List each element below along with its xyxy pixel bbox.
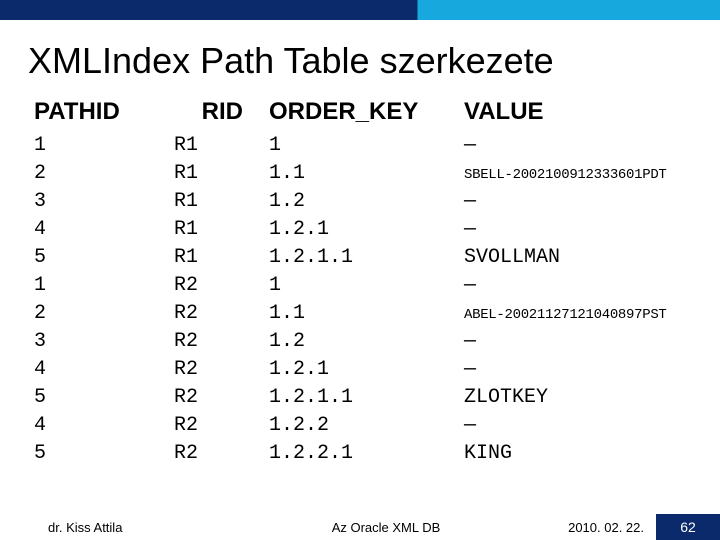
cell-order-key: 1.2.2 [269,412,464,440]
path-table: PATHID RID ORDER_KEY VALUE 1R11—2R11.1SB… [34,98,720,468]
cell-value: KING [464,440,714,468]
cell-order-key: 1.2.1 [269,356,464,384]
cell-pathid: 4 [34,216,174,244]
footer-author: dr. Kiss Attila [48,520,248,535]
table-header-row: PATHID RID ORDER_KEY VALUE [34,98,720,126]
cell-order-key: 1 [269,272,464,300]
table-row: 2R21.1ABEL-20021127121040897PST [34,300,720,328]
cell-rid: R2 [174,412,269,440]
cell-pathid: 5 [34,440,174,468]
cell-order-key: 1.1 [269,300,464,328]
table-row: 4R21.2.2— [34,412,720,440]
table-row: 5R11.2.1.1SVOLLMAN [34,244,720,272]
cell-value: SBELL-2002100912333601PDT [464,161,714,189]
cell-pathid: 5 [34,384,174,412]
table-row: 5R21.2.1.1ZLOTKEY [34,384,720,412]
table-row: 4R21.2.1— [34,356,720,384]
cell-rid: R2 [174,384,269,412]
cell-pathid: 4 [34,412,174,440]
cell-value: — [464,412,714,440]
cell-order-key: 1.2 [269,188,464,216]
cell-pathid: 3 [34,328,174,356]
cell-pathid: 2 [34,160,174,188]
cell-rid: R1 [174,160,269,188]
cell-rid: R1 [174,216,269,244]
col-header-rid: RID [174,98,269,126]
col-header-orderkey: ORDER_KEY [269,98,464,126]
cell-rid: R2 [174,328,269,356]
table-row: 5R21.2.2.1KING [34,440,720,468]
table-row: 1R21— [34,272,720,300]
cell-pathid: 1 [34,272,174,300]
cell-value: — [464,188,714,216]
cell-pathid: 5 [34,244,174,272]
cell-value: — [464,132,714,160]
slide-title: XMLIndex Path Table szerkezete [28,40,720,82]
footer-date: 2010. 02. 22. [524,520,644,535]
cell-rid: R1 [174,244,269,272]
cell-value: ZLOTKEY [464,384,714,412]
footer-page-number: 62 [656,514,720,540]
cell-pathid: 1 [34,132,174,160]
col-header-pathid: PATHID [34,98,174,126]
cell-pathid: 2 [34,300,174,328]
cell-rid: R2 [174,356,269,384]
cell-order-key: 1.2 [269,328,464,356]
cell-rid: R2 [174,440,269,468]
cell-value: — [464,328,714,356]
slide-footer: dr. Kiss Attila Az Oracle XML DB 2010. 0… [0,514,720,540]
cell-pathid: 4 [34,356,174,384]
cell-order-key: 1.2.1.1 [269,384,464,412]
slide-topbar [0,0,720,20]
cell-value: — [464,356,714,384]
cell-value: — [464,272,714,300]
table-row: 3R21.2— [34,328,720,356]
cell-value: — [464,216,714,244]
cell-rid: R1 [174,132,269,160]
table-row: 1R11— [34,132,720,160]
table-row: 4R11.2.1— [34,216,720,244]
cell-value: SVOLLMAN [464,244,714,272]
cell-order-key: 1.2.1 [269,216,464,244]
cell-rid: R2 [174,272,269,300]
footer-center: Az Oracle XML DB [248,520,524,535]
table-row: 2R11.1SBELL-2002100912333601PDT [34,160,720,188]
cell-order-key: 1.2.1.1 [269,244,464,272]
cell-rid: R1 [174,188,269,216]
cell-order-key: 1 [269,132,464,160]
cell-order-key: 1.2.2.1 [269,440,464,468]
cell-rid: R2 [174,300,269,328]
cell-value: ABEL-20021127121040897PST [464,301,714,329]
table-row: 3R11.2— [34,188,720,216]
cell-pathid: 3 [34,188,174,216]
col-header-value: VALUE [464,98,714,126]
cell-order-key: 1.1 [269,160,464,188]
